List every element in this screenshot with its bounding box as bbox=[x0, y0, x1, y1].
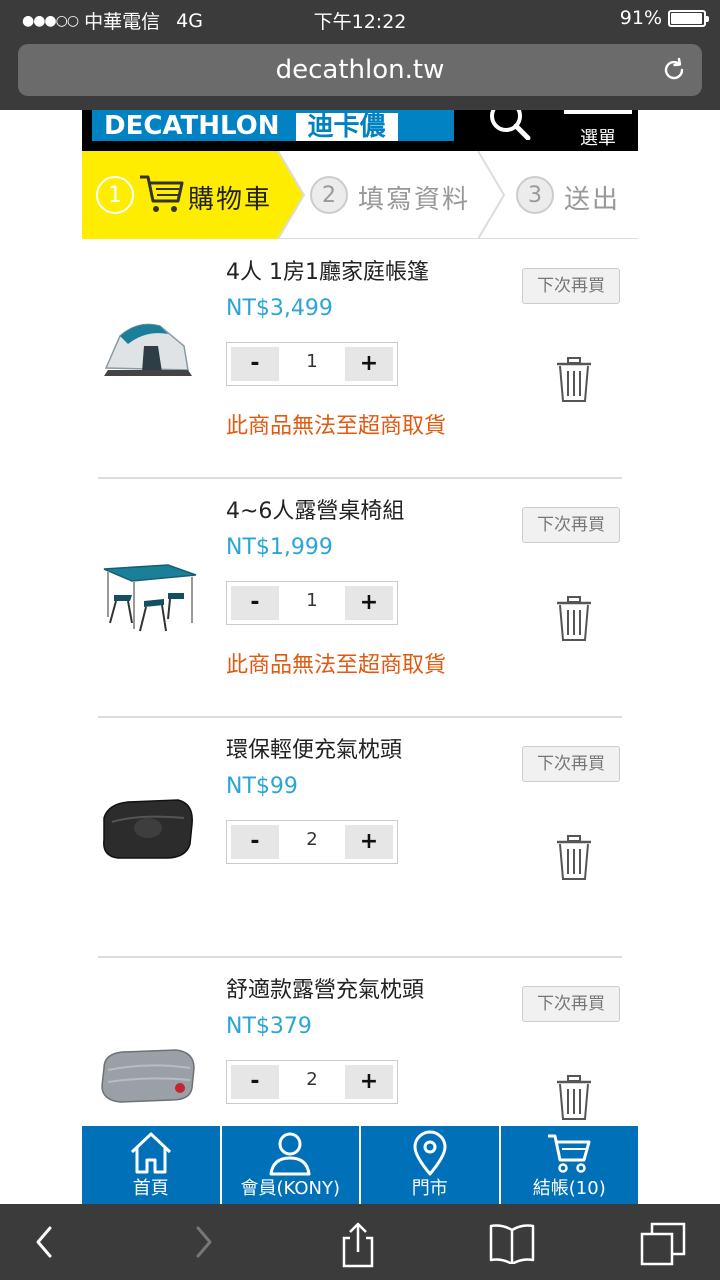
quantity-value[interactable]: 1 bbox=[283, 351, 341, 372]
pillow-grey-image bbox=[101, 1049, 195, 1103]
location-pin-icon bbox=[413, 1130, 447, 1176]
nav-member[interactable]: 會員(KONY) bbox=[222, 1126, 361, 1204]
site-header: DECATHLON 迪卡儂 選單 bbox=[82, 110, 638, 151]
cart-item: 4人 1房1廳家庭帳篷 NT$3,499 - 1 + 此商品無法至超商取貨 下次… bbox=[98, 240, 622, 480]
trash-icon[interactable] bbox=[554, 595, 594, 643]
url-text: decathlon.tw bbox=[275, 55, 445, 85]
status-bar: ●●●○○ 中華電信 4G 下午12:22 91% bbox=[0, 0, 720, 36]
product-price: NT$379 bbox=[226, 1014, 312, 1039]
step-separator-icon bbox=[277, 151, 306, 239]
cart-item: 舒適款露營充氣枕頭 NT$379 - 2 + 下次再買 bbox=[98, 958, 622, 1126]
quantity-plus-button[interactable]: + bbox=[345, 347, 393, 381]
bookmarks-icon[interactable] bbox=[488, 1222, 536, 1264]
nav-home[interactable]: 首頁 bbox=[82, 1126, 222, 1204]
quantity-plus-button[interactable]: + bbox=[345, 825, 393, 859]
forward-icon[interactable] bbox=[190, 1222, 218, 1262]
trash-icon[interactable] bbox=[554, 356, 594, 404]
logo-text-en: DECATHLON bbox=[104, 111, 280, 141]
step-1-number: 1 bbox=[96, 176, 134, 214]
step-1-label: 購物車 bbox=[188, 185, 273, 215]
product-name[interactable]: 環保輕便充氣枕頭 bbox=[226, 732, 402, 764]
quantity-stepper: - 1 + bbox=[226, 342, 398, 386]
quantity-minus-button[interactable]: - bbox=[231, 586, 279, 620]
quantity-value[interactable]: 2 bbox=[283, 829, 341, 850]
nav-stores-label: 門市 bbox=[411, 1178, 448, 1199]
product-name[interactable]: 4人 1房1廳家庭帳篷 bbox=[226, 254, 429, 286]
menu-button[interactable]: 選單 bbox=[564, 110, 632, 151]
menu-bar-icon bbox=[564, 110, 632, 114]
quantity-value[interactable]: 2 bbox=[283, 1069, 341, 1090]
pickup-warning: 此商品無法至超商取貨 bbox=[226, 414, 447, 439]
step-3-label: 送出 bbox=[564, 185, 621, 215]
nav-stores[interactable]: 門市 bbox=[361, 1126, 501, 1204]
share-icon[interactable] bbox=[338, 1222, 378, 1268]
checkout-steps: 1 購物車 2 填寫資料 3 送出 bbox=[82, 151, 638, 239]
cart-item: 4~6人露營桌椅組 NT$1,999 - 1 + 此商品無法至超商取貨 下次再買 bbox=[98, 479, 622, 719]
quantity-plus-button[interactable]: + bbox=[345, 586, 393, 620]
save-for-later-button[interactable]: 下次再買 bbox=[522, 986, 620, 1022]
pickup-warning: 此商品無法至超商取貨 bbox=[226, 653, 447, 678]
quantity-stepper: - 2 + bbox=[226, 1060, 398, 1104]
quantity-value[interactable]: 1 bbox=[283, 590, 341, 611]
logo-text-cn: 迪卡儂 bbox=[295, 113, 398, 141]
cart-icon bbox=[140, 175, 184, 212]
browser-url-area: decathlon.tw bbox=[0, 36, 720, 110]
product-name[interactable]: 4~6人露營桌椅組 bbox=[226, 493, 404, 525]
quantity-stepper: - 1 + bbox=[226, 581, 398, 625]
product-price: NT$1,999 bbox=[226, 535, 333, 560]
battery-icon bbox=[668, 9, 709, 27]
menu-label: 選單 bbox=[580, 128, 616, 149]
pillow-dark-image bbox=[103, 799, 193, 859]
cart-icon bbox=[548, 1134, 591, 1173]
step-2-number: 2 bbox=[310, 176, 348, 214]
nav-checkout[interactable]: 結帳(10) bbox=[501, 1126, 639, 1204]
tent-image bbox=[104, 323, 192, 376]
step-2-label: 填寫資料 bbox=[358, 185, 471, 215]
step-separator-icon bbox=[477, 151, 506, 239]
search-icon[interactable] bbox=[486, 110, 532, 140]
quantity-minus-button[interactable]: - bbox=[231, 825, 279, 859]
step-3-number: 3 bbox=[516, 176, 554, 214]
quantity-plus-button[interactable]: + bbox=[345, 1065, 393, 1099]
quantity-minus-button[interactable]: - bbox=[231, 1065, 279, 1099]
trash-icon[interactable] bbox=[554, 834, 594, 882]
quantity-minus-button[interactable]: - bbox=[231, 347, 279, 381]
save-for-later-button[interactable]: 下次再買 bbox=[522, 268, 620, 304]
quantity-stepper: - 2 + bbox=[226, 820, 398, 864]
decathlon-logo[interactable]: DECATHLON 迪卡儂 bbox=[92, 110, 454, 141]
table-chairs-image bbox=[103, 564, 197, 632]
save-for-later-button[interactable]: 下次再買 bbox=[522, 507, 620, 543]
address-bar[interactable]: decathlon.tw bbox=[18, 44, 702, 96]
web-page: DECATHLON 迪卡儂 選單 1 購物車 2 填寫資料 3 送出 4人 1房… bbox=[82, 110, 638, 1126]
status-right: 91% bbox=[619, 7, 709, 29]
cart-item: 環保輕便充氣枕頭 NT$99 - 2 + 下次再買 bbox=[98, 718, 622, 958]
browser-toolbar bbox=[0, 1204, 720, 1280]
tabs-icon[interactable] bbox=[640, 1222, 686, 1268]
nav-member-label: 會員(KONY) bbox=[240, 1178, 341, 1199]
back-icon[interactable] bbox=[30, 1222, 58, 1262]
product-price: NT$99 bbox=[226, 774, 298, 799]
home-icon bbox=[130, 1132, 171, 1174]
nav-home-label: 首頁 bbox=[132, 1178, 169, 1199]
site-bottom-nav: 首頁 會員(KONY) 門市 結帳(10) bbox=[82, 1126, 638, 1204]
save-for-later-button[interactable]: 下次再買 bbox=[522, 746, 620, 782]
trash-icon[interactable] bbox=[554, 1074, 594, 1122]
reload-icon[interactable] bbox=[660, 56, 688, 84]
user-icon bbox=[269, 1132, 311, 1176]
battery-percent: 91% bbox=[619, 7, 662, 29]
product-price: NT$3,499 bbox=[226, 296, 333, 321]
status-time: 下午12:22 bbox=[313, 11, 407, 33]
product-name[interactable]: 舒適款露營充氣枕頭 bbox=[226, 972, 424, 1004]
nav-checkout-label: 結帳(10) bbox=[532, 1178, 606, 1199]
